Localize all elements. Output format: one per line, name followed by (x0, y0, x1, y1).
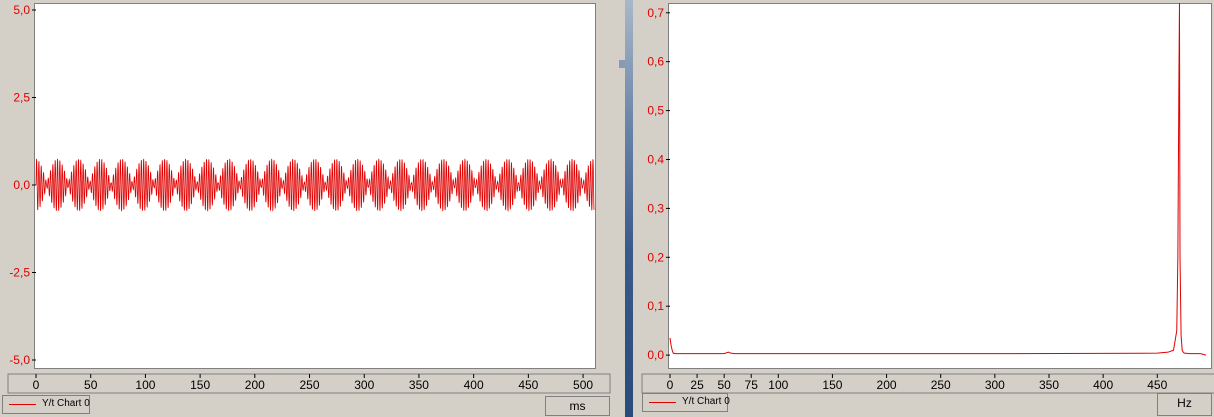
x-tick-label: 100 (768, 378, 788, 392)
y-tick-label: 0,0 (647, 348, 664, 362)
x-tick-label: 200 (245, 378, 265, 392)
x-tick-label: 0 (33, 378, 40, 392)
x-tick-label: 400 (464, 378, 484, 392)
x-tick-label: 300 (985, 378, 1005, 392)
y-tick-label: 0,6 (647, 55, 664, 69)
y-tick-label: 0,0 (13, 178, 30, 192)
y-tick-label: -5,0 (9, 353, 30, 367)
x-tick-label: 300 (354, 378, 374, 392)
spectrum-chart-svg: 0 25 50 75 100 150 200 250 300 350 400 450 0,7 0,6 0,5… (641, 2, 1214, 394)
x-tick-label: 250 (931, 378, 951, 392)
y-tick-label: -2,5 (9, 266, 30, 280)
x-tick-label: 150 (822, 378, 842, 392)
time-chart-legend: Y/t Chart 0 (2, 395, 90, 414)
x-tick-label: 200 (877, 378, 897, 392)
frequency-unit-label: Hz (1157, 393, 1212, 416)
x-tick-label: 400 (1093, 378, 1113, 392)
splitter-bar[interactable] (625, 0, 633, 417)
spectrum-line (669, 2, 1207, 356)
y-tick-label: 5,0 (13, 3, 30, 17)
x-tick-label: 350 (409, 378, 429, 392)
time-chart-svg: 0 50 100 150 200 250 300 350 400 450 500 5,0 2,5 0,0 -… (7, 3, 611, 394)
panel-splitter[interactable] (614, 0, 640, 417)
x-tick-label: 25 (690, 378, 704, 392)
x-tick-label: 450 (1147, 378, 1167, 392)
y-tick-label: 0,4 (647, 152, 664, 166)
x-tick-label: 350 (1039, 378, 1059, 392)
y-tick-label: 0,5 (647, 104, 664, 118)
x-tick-label: 50 (84, 378, 98, 392)
y-tick-label: 0,2 (647, 250, 664, 264)
legend-label: Y/t Chart 0 (42, 398, 90, 409)
x-tick-label: 450 (518, 378, 538, 392)
x-tick-label: 75 (745, 378, 759, 392)
x-tick-label: 100 (135, 378, 155, 392)
time-signal-line (35, 158, 595, 212)
spectrum-chart-panel: 0 25 50 75 100 150 200 250 300 350 400 450 0,7 0,6 0,5… (640, 0, 1214, 417)
y-tick-label: 0,1 (647, 299, 664, 313)
x-tick-label: 50 (717, 378, 731, 392)
splitter-grip-icon[interactable] (619, 60, 625, 68)
x-tick-label: 0 (667, 378, 674, 392)
legend-line-swatch (9, 404, 36, 405)
x-tick-label: 250 (300, 378, 320, 392)
time-chart-panel: 0 50 100 150 200 250 300 350 400 450 500 5,0 2,5 0,0 -… (0, 0, 614, 417)
y-tick-label: 0,3 (647, 201, 664, 215)
y-tick-label: 2,5 (13, 91, 30, 105)
time-unit-label: ms (545, 396, 610, 416)
spectrum-chart-legend: Y/t Chart 0 (642, 393, 730, 412)
x-tick-label: 150 (190, 378, 210, 392)
x-tick-label: 500 (573, 378, 593, 392)
y-tick-label: 0,7 (647, 6, 664, 20)
legend-label: Y/t Chart 0 (682, 396, 730, 407)
legend-line-swatch (649, 402, 676, 403)
